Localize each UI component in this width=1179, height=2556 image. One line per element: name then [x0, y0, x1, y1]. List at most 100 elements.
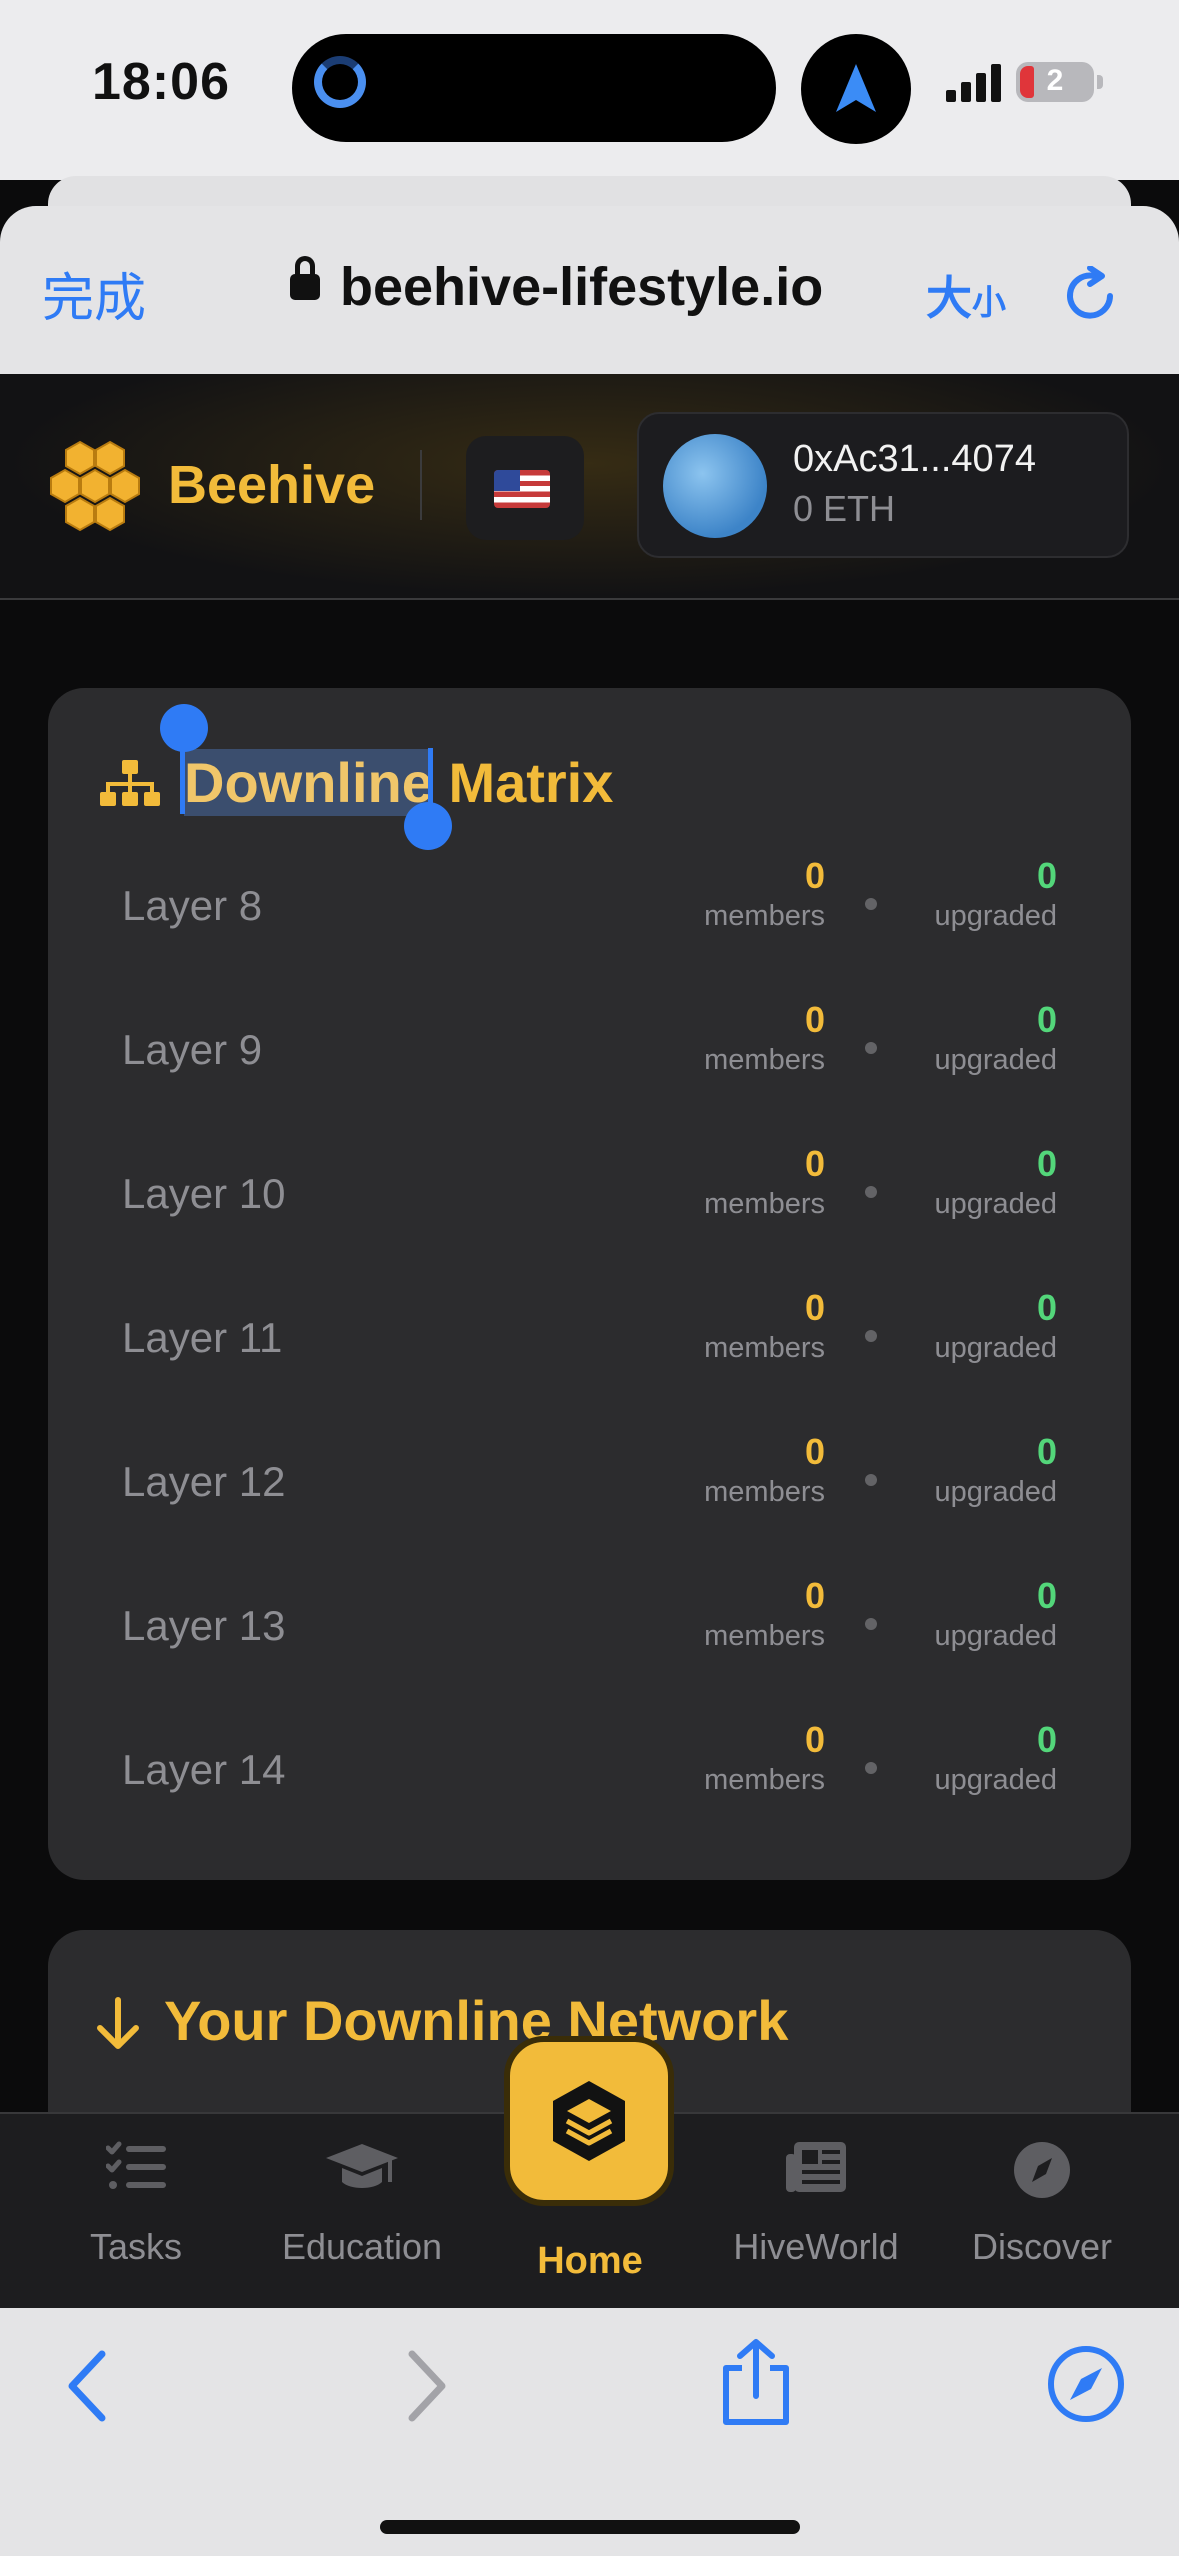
browser-address-bar: 完成 beehive-lifestyle.io 大小	[0, 206, 1179, 374]
downline-matrix-card: Downline Matrix Layer 8 0 members 0 upgraded…	[48, 688, 1131, 1880]
layer-row: Layer 13 0 members 0 upgraded	[48, 1576, 1131, 1706]
layer-name: Layer 11	[122, 1314, 283, 1361]
members-count: 0	[804, 999, 825, 1040]
upgraded-count: 0	[1036, 1575, 1057, 1616]
layer-name: Layer 12	[122, 1458, 286, 1505]
location-indicator	[801, 34, 911, 144]
layer-name: Layer 10	[122, 1170, 286, 1217]
nav-education[interactable]: Education	[244, 2114, 480, 2310]
selection-start-handle[interactable]	[160, 704, 208, 752]
separator-dot	[865, 1618, 877, 1630]
cellular-signal-icon	[946, 64, 1001, 102]
upgraded-stat: 0 upgraded	[934, 1288, 1057, 1368]
layer-row: Layer 14 0 members 0 upgraded	[48, 1720, 1131, 1850]
dynamic-island	[292, 34, 776, 142]
upgraded-label: upgraded	[934, 1044, 1057, 1076]
upgraded-count: 0	[1036, 1719, 1057, 1760]
nav-home-button[interactable]	[504, 2036, 674, 2206]
compass-icon	[1014, 2142, 1070, 2198]
upgraded-stat: 0 upgraded	[934, 1000, 1057, 1080]
reload-icon[interactable]	[1064, 266, 1120, 326]
upgraded-count: 0	[1036, 1431, 1057, 1472]
upgraded-label: upgraded	[934, 1476, 1057, 1508]
upgraded-stat: 0 upgraded	[934, 1720, 1057, 1800]
members-count: 0	[804, 1431, 825, 1472]
separator-dot	[865, 1762, 877, 1774]
members-count: 0	[804, 1143, 825, 1184]
text-size-button[interactable]: 大小	[926, 262, 1006, 328]
url-text: beehive-lifestyle.io	[340, 257, 824, 317]
upgraded-count: 0	[1036, 1287, 1057, 1328]
battery-indicator: 2	[1016, 62, 1103, 102]
layer-row: Layer 12 0 members 0 upgraded	[48, 1432, 1131, 1562]
upgraded-count: 0	[1036, 1143, 1057, 1184]
beehive-logo-icon[interactable]	[46, 440, 150, 536]
upgraded-stat: 0 upgraded	[934, 856, 1057, 936]
safari-compass-icon[interactable]	[1046, 2344, 1126, 2424]
members-count: 0	[804, 1575, 825, 1616]
layer-row: Layer 11 0 members 0 upgraded	[48, 1288, 1131, 1418]
upgraded-label: upgraded	[934, 1620, 1057, 1652]
wallet-balance: 0 ETH	[793, 488, 896, 529]
separator-dot	[865, 1042, 877, 1054]
nav-home-label[interactable]: Home	[472, 2240, 708, 2283]
members-label: members	[704, 900, 825, 932]
nav-hiveworld[interactable]: HiveWorld	[698, 2114, 934, 2310]
members-label: members	[704, 1332, 825, 1364]
members-stat: 0 members	[704, 1720, 825, 1800]
clock: 18:06	[92, 53, 230, 111]
sitemap-icon	[100, 760, 160, 806]
members-label: members	[704, 1044, 825, 1076]
members-stat: 0 members	[704, 1288, 825, 1368]
layers-icon	[553, 2081, 625, 2161]
members-label: members	[704, 1188, 825, 1220]
back-icon[interactable]	[62, 2348, 112, 2424]
members-count: 0	[804, 855, 825, 896]
upgraded-count: 0	[1036, 855, 1057, 896]
upgraded-label: upgraded	[934, 1188, 1057, 1220]
members-stat: 0 members	[704, 1000, 825, 1080]
members-label: members	[704, 1620, 825, 1652]
members-count: 0	[804, 1719, 825, 1760]
app-header: Beehive 0xAc31...4074 0 ETH	[0, 374, 1179, 600]
upgraded-stat: 0 upgraded	[934, 1144, 1057, 1224]
language-selector[interactable]	[466, 436, 584, 540]
separator-dot	[865, 1474, 877, 1486]
forward-icon[interactable]	[402, 2348, 452, 2424]
upgraded-label: upgraded	[934, 900, 1057, 932]
url-field[interactable]: beehive-lifestyle.io	[290, 255, 824, 318]
selection-start-caret	[180, 748, 185, 814]
separator-dot	[865, 898, 877, 910]
separator-dot	[865, 1186, 877, 1198]
wallet-button[interactable]: 0xAc31...4074 0 ETH	[637, 412, 1129, 558]
tasks-icon	[106, 2141, 166, 2189]
layer-row: Layer 8 0 members 0 upgraded	[48, 856, 1131, 986]
lock-icon	[290, 255, 320, 300]
done-button[interactable]: 完成	[42, 256, 146, 331]
layer-name: Layer 14	[122, 1746, 286, 1793]
layer-name: Layer 8	[122, 882, 263, 929]
members-label: members	[704, 1476, 825, 1508]
share-icon[interactable]	[718, 2338, 794, 2428]
wallet-avatar	[663, 434, 767, 538]
members-stat: 0 members	[704, 1432, 825, 1512]
selection-end-handle[interactable]	[404, 802, 452, 850]
selected-text: Downline	[184, 749, 433, 816]
home-indicator	[380, 2520, 800, 2534]
layer-name: Layer 9	[122, 1026, 263, 1073]
newspaper-icon	[786, 2142, 846, 2192]
members-label: members	[704, 1764, 825, 1796]
nav-tasks[interactable]: Tasks	[18, 2114, 254, 2310]
members-stat: 0 members	[704, 1144, 825, 1224]
us-flag-icon	[494, 470, 550, 508]
layer-row: Layer 10 0 members 0 upgraded	[48, 1144, 1131, 1274]
nav-discover[interactable]: Discover	[924, 2114, 1160, 2310]
divider	[420, 450, 422, 520]
members-stat: 0 members	[704, 1576, 825, 1656]
layer-name: Layer 13	[122, 1602, 286, 1649]
matrix-title[interactable]: Downline Matrix	[184, 749, 613, 816]
upgraded-stat: 0 upgraded	[934, 1576, 1057, 1656]
members-stat: 0 members	[704, 856, 825, 936]
brand-name[interactable]: Beehive	[168, 454, 375, 516]
browser-toolbar	[0, 2308, 1179, 2556]
